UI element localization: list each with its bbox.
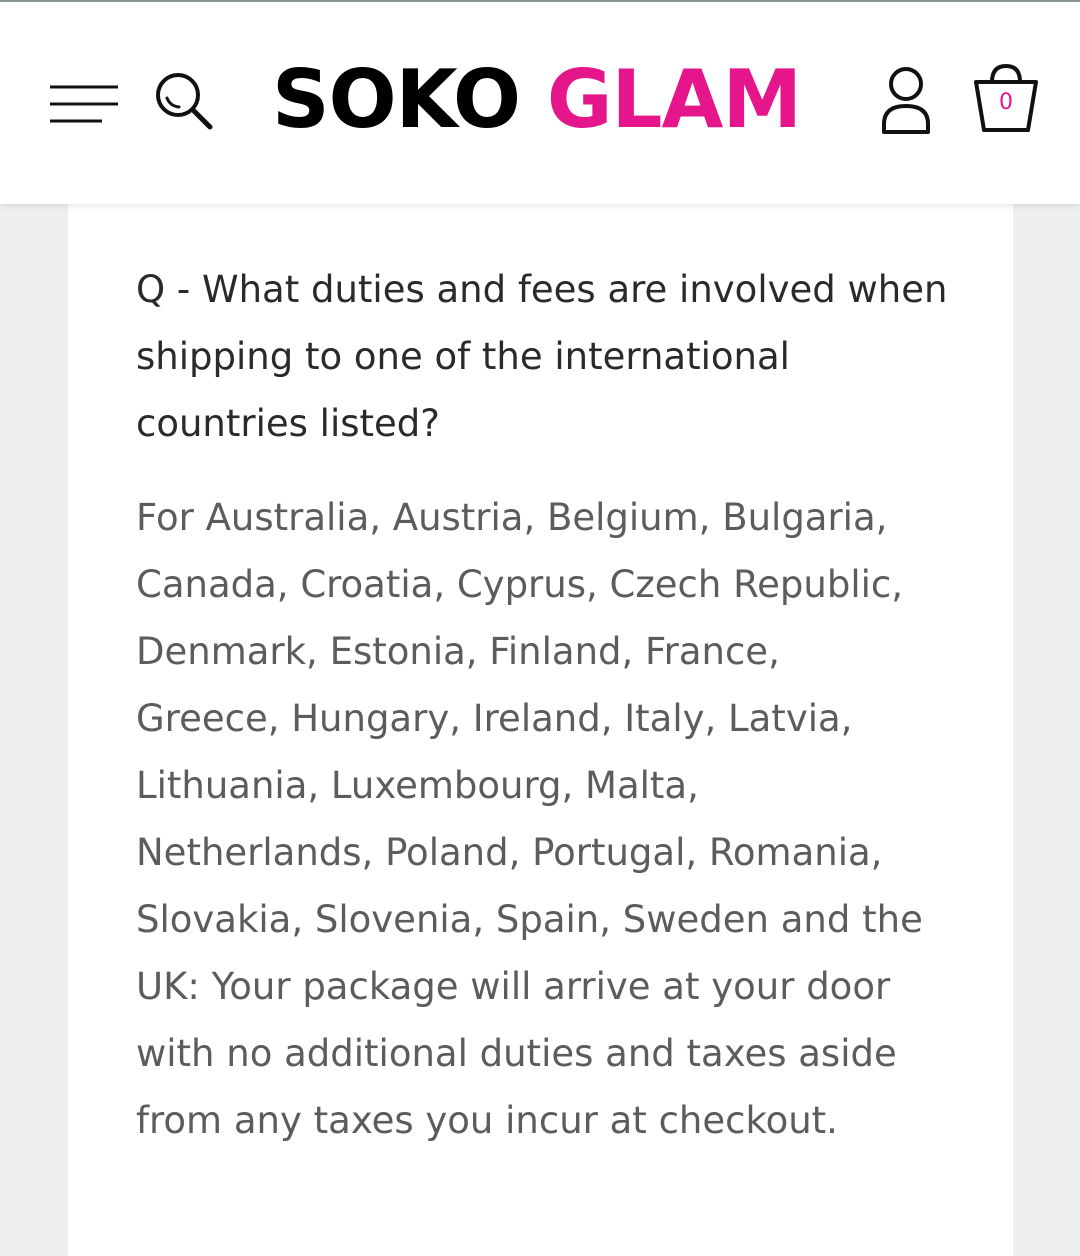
site-header: SOKO GLAM 0	[0, 2, 1080, 204]
menu-button[interactable]	[48, 82, 120, 128]
cart-count-badge: 0	[999, 90, 1013, 115]
logo-part-glam: GLAM	[546, 53, 802, 146]
faq-answer: For Australia, Austria, Belgium, Bulgari…	[136, 496, 923, 1142]
faq-card: Q - What duties and fees are involved wh…	[68, 204, 1013, 1256]
user-account-icon	[882, 67, 930, 134]
search-icon	[156, 73, 213, 130]
search-button[interactable]	[150, 68, 220, 134]
hamburger-menu-icon	[50, 85, 118, 123]
brand-logo[interactable]: SOKO GLAM	[272, 50, 822, 150]
logo-part-soko: SOKO	[272, 53, 521, 146]
cart-button[interactable]: 0	[970, 60, 1042, 136]
faq-question: Q - What duties and fees are involved wh…	[136, 268, 948, 445]
account-button[interactable]	[876, 64, 936, 136]
